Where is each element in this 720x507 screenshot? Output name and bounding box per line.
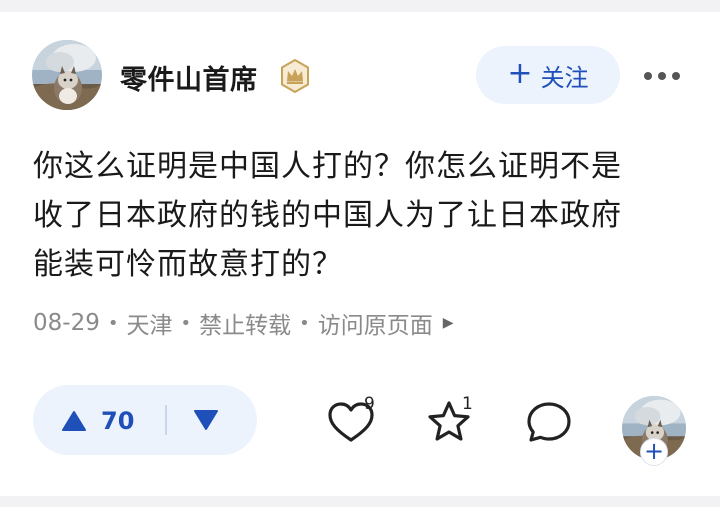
post-meta: 08-29 • 天津 • 禁止转载 • 访问原页面 ▶: [33, 306, 454, 340]
follow-label: 关注: [540, 63, 589, 92]
crown-badge-icon: [277, 58, 313, 94]
visit-original-link[interactable]: 访问原页面: [318, 306, 433, 340]
comment-button[interactable]: [522, 396, 576, 450]
upvote-button[interactable]: 70: [61, 407, 161, 435]
vote-pill: 70: [33, 385, 257, 455]
dot: [658, 72, 666, 80]
content-line: 你这么证明是中国人打的？你怎么证明不是: [33, 149, 622, 184]
comment-bubble-icon: [527, 402, 571, 442]
author-avatar-follow[interactable]: +: [622, 396, 686, 466]
meta-separator: •: [299, 312, 310, 334]
top-divider: [0, 0, 720, 12]
dot: [644, 72, 652, 80]
repost-policy: 禁止转载: [199, 313, 292, 339]
upvote-count: 70: [101, 407, 135, 435]
author-avatar[interactable]: [32, 40, 102, 110]
cat-photo-avatar: [32, 40, 102, 110]
content-line: 能装可怜而故意打的？: [33, 247, 343, 282]
upvote-triangle-icon: [62, 411, 86, 431]
meta-separator: •: [180, 312, 192, 334]
plus-icon[interactable]: +: [640, 438, 668, 466]
content-line: 收了日本政府的钱的中国人为了让日本政府: [33, 198, 622, 233]
like-count: 9: [364, 394, 375, 414]
favorite-button[interactable]: 1: [424, 394, 478, 450]
favorite-count: 1: [462, 394, 473, 414]
downvote-button[interactable]: [193, 409, 219, 431]
author-name[interactable]: 零件山首席: [120, 58, 258, 97]
post-content: 你这么证明是中国人打的？你怎么证明不是 收了日本政府的钱的中国人为了让日本政府 …: [33, 142, 693, 289]
plus-icon: +: [507, 56, 533, 91]
like-button[interactable]: 9: [324, 394, 378, 450]
post-date: 08-29: [33, 310, 100, 336]
downvote-triangle-icon: [194, 410, 218, 430]
vote-divider: [165, 405, 167, 435]
post-location: 天津: [126, 313, 173, 339]
dot: [672, 72, 680, 80]
meta-separator: •: [107, 312, 119, 334]
bottom-divider: [0, 496, 720, 507]
follow-button[interactable]: + 关注: [476, 46, 620, 104]
more-dots-icon[interactable]: [644, 70, 684, 82]
play-arrow-icon[interactable]: ▶: [443, 315, 454, 331]
